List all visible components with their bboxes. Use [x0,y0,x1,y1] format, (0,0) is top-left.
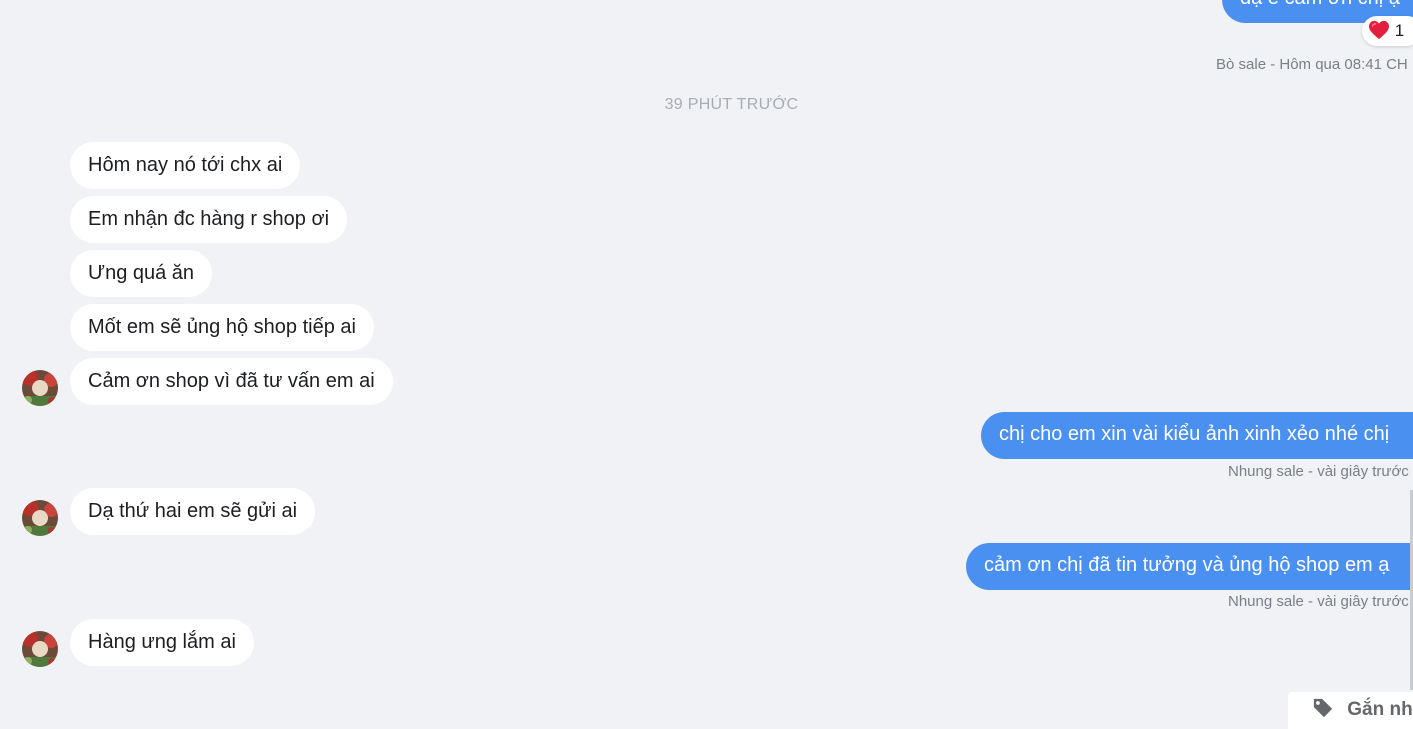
message-meta: Bò sale - Hôm qua 08:41 CH [1216,56,1408,73]
message-reaction[interactable]: 1 [1362,16,1413,46]
incoming-message-bubble[interactable]: Hàng ưng lắm ai [70,619,254,666]
incoming-message-bubble[interactable]: Em nhận đc hàng r shop ơi [70,196,348,243]
customer-avatar[interactable] [22,631,58,667]
incoming-message-bubble[interactable]: Dạ thứ hai em sẽ gửi ai [70,488,316,535]
customer-avatar[interactable] [22,370,58,406]
heart-icon [1369,20,1389,40]
incoming-message-bubble[interactable]: Ưng quá ăn [70,250,213,297]
reaction-count: 1 [1394,21,1405,40]
message-meta: Nhung sale - vài giây trước [1228,593,1409,610]
incoming-message-bubble[interactable]: Cảm ơn shop vì đã tư vấn em ai [70,358,393,405]
outgoing-message-bubble[interactable]: cảm ơn chị đã tin tưởng và ủng hộ shop e… [966,543,1413,590]
customer-avatar[interactable] [22,500,58,536]
incoming-message-bubble[interactable]: Hôm nay nó tới chx ai [70,142,301,189]
message-meta: Nhung sale - vài giây trước [1228,463,1409,480]
tag-icon [1313,698,1333,718]
add-tag-button[interactable]: Gắn nhãn [1288,692,1413,729]
incoming-message-bubble[interactable]: Mốt em sẽ ủng hộ shop tiếp ai [70,304,374,351]
outgoing-message-bubble[interactable]: chị cho em xin vài kiểu ảnh xinh xẻo nhé… [981,412,1413,459]
add-tag-label: Gắn nhãn [1347,699,1413,720]
time-divider: 39 PHÚT TRƯỚC [664,96,799,113]
